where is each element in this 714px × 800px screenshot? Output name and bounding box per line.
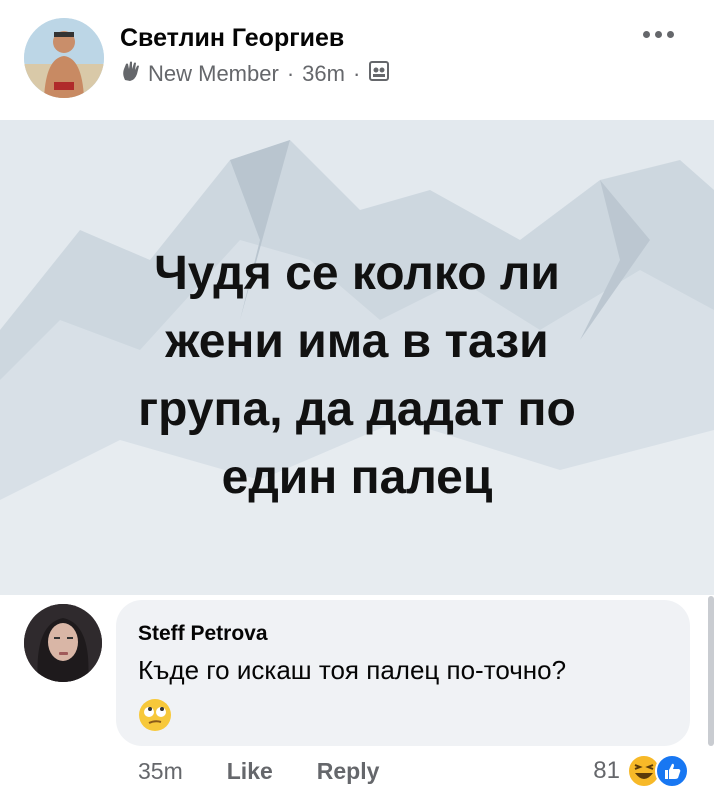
reaction-icons xyxy=(626,753,690,789)
meta-separator: · xyxy=(286,61,295,86)
commenter-name[interactable]: Steff Petrova xyxy=(138,622,268,646)
like-icon xyxy=(655,754,689,788)
commenter-avatar[interactable] xyxy=(24,604,102,682)
wave-hand-icon xyxy=(120,60,142,88)
eye-roll-emoji-icon xyxy=(137,697,173,733)
caption-line: жени има в тази xyxy=(165,315,549,368)
meta-separator-2: · xyxy=(352,61,361,86)
comment-actions: 35m Like Reply xyxy=(138,758,379,785)
group-icon xyxy=(368,60,390,88)
comment-time[interactable]: 35m xyxy=(138,758,183,785)
post-header: Светлин Георгиев New Member · 36m · xyxy=(0,0,714,118)
like-button[interactable]: Like xyxy=(227,758,273,785)
caption-line: един палец xyxy=(221,451,493,504)
author-avatar[interactable] xyxy=(24,18,104,98)
post-image[interactable]: Чудя се колко ли жени има в тази група, … xyxy=(0,120,714,595)
comment-reactions[interactable]: 81 xyxy=(593,753,690,789)
post-time[interactable]: 36m xyxy=(302,61,345,87)
comment-text: Къде го искаш тоя палец по-точно? xyxy=(138,655,567,685)
reply-button[interactable]: Reply xyxy=(317,758,380,785)
image-caption: Чудя се колко ли жени има в тази група, … xyxy=(40,240,674,512)
author-name[interactable]: Светлин Георгиев xyxy=(120,24,344,53)
scrollbar[interactable] xyxy=(708,596,714,746)
member-badge[interactable]: New Member xyxy=(148,61,279,87)
caption-line: Чудя се колко ли xyxy=(154,247,560,300)
post-meta: New Member · 36m · xyxy=(120,60,390,88)
caption-line: група, да дадат по xyxy=(138,383,576,436)
reaction-count: 81 xyxy=(593,757,620,784)
more-options-icon[interactable] xyxy=(638,24,678,44)
